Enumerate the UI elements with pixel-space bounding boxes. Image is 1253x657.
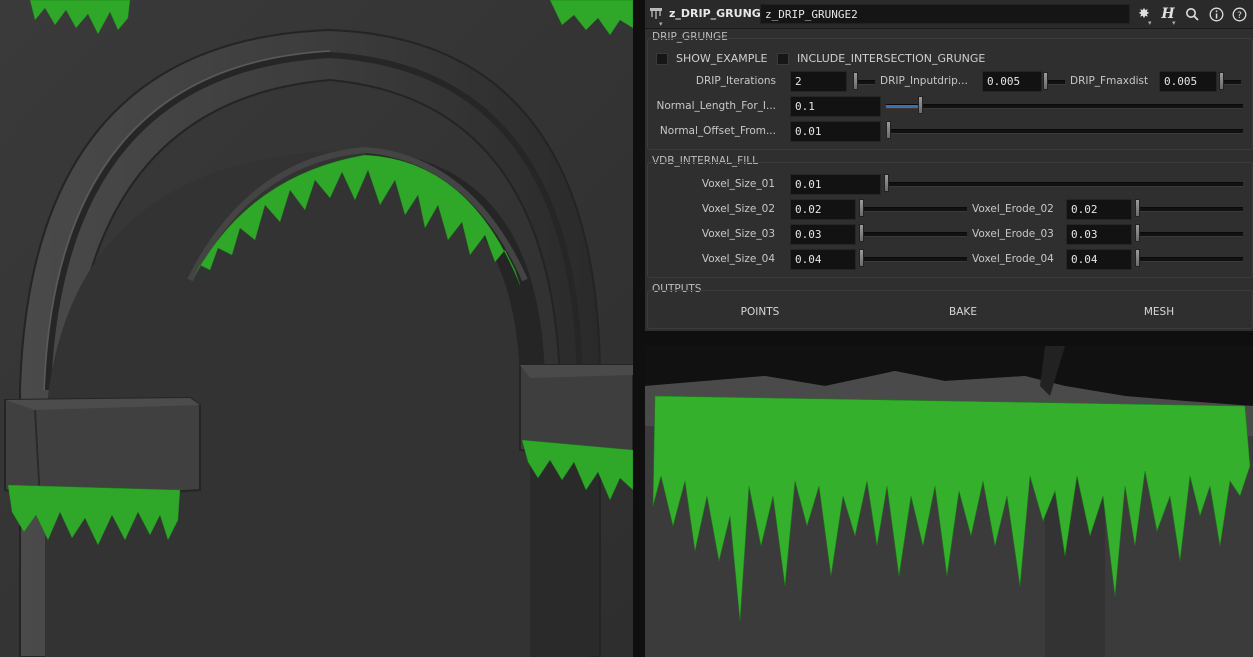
normal-offset-slider-track[interactable] [886, 129, 1243, 134]
node-name-input[interactable]: z_DRIP_GRUNGE2 [760, 4, 1130, 24]
closeup-render [645, 346, 1253, 657]
mesh-button[interactable]: MESH [1104, 306, 1214, 318]
drip-fmaxdist-field[interactable]: 0.005 [1159, 71, 1217, 92]
voxel-erode-04-field[interactable]: 0.04 [1066, 249, 1132, 270]
voxel-erode-04-slider-track[interactable] [1135, 257, 1243, 262]
search-icon[interactable] [1183, 5, 1201, 23]
viewport-arch[interactable] [0, 0, 633, 657]
voxel-size-02-slider-handle[interactable] [859, 199, 864, 217]
help-icon[interactable]: ? [1230, 5, 1248, 23]
pane-divider[interactable] [645, 331, 1253, 346]
voxel-size-03-slider-handle[interactable] [859, 224, 864, 242]
voxel-erode-04-slider-handle[interactable] [1135, 249, 1140, 267]
voxel-erode-02-label: Voxel_Erode_02 [972, 203, 1054, 215]
voxel-size-04-slider-handle[interactable] [859, 249, 864, 267]
include-intersection-label: INCLUDE_INTERSECTION_GRUNGE [797, 52, 986, 65]
drip-inputdrip-slider-handle[interactable] [1043, 72, 1048, 90]
panel-header: ▾ z_DRIP_GRUNGE z_DRIP_GRUNGE2 ✸ ▾ H ▾ ? [645, 0, 1253, 29]
drip-inputdrip-label: DRIP_Inputdrip... [880, 75, 968, 87]
normal-offset-label: Normal_Offset_From... [659, 125, 776, 137]
normal-length-slider-handle[interactable] [918, 96, 923, 114]
arch-render [0, 0, 633, 657]
viewport-closeup[interactable] [645, 346, 1253, 657]
voxel-erode-03-field[interactable]: 0.03 [1066, 224, 1132, 245]
drip-iterations-slider-handle[interactable] [853, 72, 858, 90]
node-menu-chevron-icon[interactable]: ▾ [659, 20, 663, 28]
voxel-erode-02-field[interactable]: 0.02 [1066, 199, 1132, 220]
parameter-panel: ▾ z_DRIP_GRUNGE z_DRIP_GRUNGE2 ✸ ▾ H ▾ ?… [645, 0, 1253, 331]
node-type-label: z_DRIP_GRUNGE [669, 7, 769, 20]
voxel-size-03-field[interactable]: 0.03 [790, 224, 856, 245]
voxel-size-03-label: Voxel_Size_03 [701, 228, 775, 240]
normal-length-field[interactable]: 0.1 [790, 96, 881, 117]
normal-length-slider-track[interactable] [886, 104, 1243, 109]
show-example-label: SHOW_EXAMPLE [676, 52, 768, 65]
normal-length-label: Normal_Length_For_I... [656, 100, 776, 112]
voxel-size-04-label: Voxel_Size_04 [701, 253, 775, 265]
voxel-erode-02-slider-track[interactable] [1135, 207, 1243, 212]
viewport-divider[interactable] [633, 0, 645, 657]
voxel-erode-03-slider-track[interactable] [1135, 232, 1243, 237]
node-type-icon [650, 8, 662, 19]
voxel-size-04-field[interactable]: 0.04 [790, 249, 856, 270]
voxel-size-01-slider-track[interactable] [886, 182, 1243, 187]
drip-iterations-label: DRIP_Iterations [695, 75, 776, 87]
normal-offset-slider-handle[interactable] [886, 121, 891, 139]
show-example-checkbox[interactable] [656, 53, 668, 65]
bake-button[interactable]: BAKE [908, 306, 1018, 318]
voxel-size-01-field[interactable]: 0.01 [790, 174, 881, 195]
voxel-size-01-label: Voxel_Size_01 [701, 178, 775, 190]
help-menu-chevron-icon[interactable]: ▾ [1172, 19, 1176, 27]
drip-iterations-field[interactable]: 2 [790, 71, 847, 92]
voxel-size-01-slider-handle[interactable] [884, 174, 889, 192]
voxel-size-02-field[interactable]: 0.02 [790, 199, 856, 220]
voxel-size-04-slider-track[interactable] [859, 257, 967, 262]
voxel-erode-03-label: Voxel_Erode_03 [972, 228, 1054, 240]
right-pillar-shadow [530, 460, 590, 657]
voxel-erode-03-slider-handle[interactable] [1135, 224, 1140, 242]
points-button[interactable]: POINTS [705, 306, 815, 318]
drip-fmaxdist-label: DRIP_Fmaxdist [1070, 75, 1149, 87]
voxel-erode-04-label: Voxel_Erode_04 [972, 253, 1054, 265]
info-icon[interactable] [1207, 5, 1225, 23]
drip-inputdrip-field[interactable]: 0.005 [982, 71, 1042, 92]
voxel-size-02-slider-track[interactable] [859, 207, 967, 212]
include-intersection-checkbox[interactable] [777, 53, 789, 65]
voxel-size-03-slider-track[interactable] [859, 232, 967, 237]
drip-fmaxdist-slider-handle[interactable] [1219, 72, 1224, 90]
voxel-size-02-label: Voxel_Size_02 [701, 203, 775, 215]
normal-offset-field[interactable]: 0.01 [790, 121, 881, 142]
svg-text:?: ? [1237, 11, 1242, 21]
gear-menu-chevron-icon[interactable]: ▾ [1148, 19, 1152, 27]
normal-length-slider-fill [886, 104, 921, 109]
voxel-erode-02-slider-handle[interactable] [1135, 199, 1140, 217]
